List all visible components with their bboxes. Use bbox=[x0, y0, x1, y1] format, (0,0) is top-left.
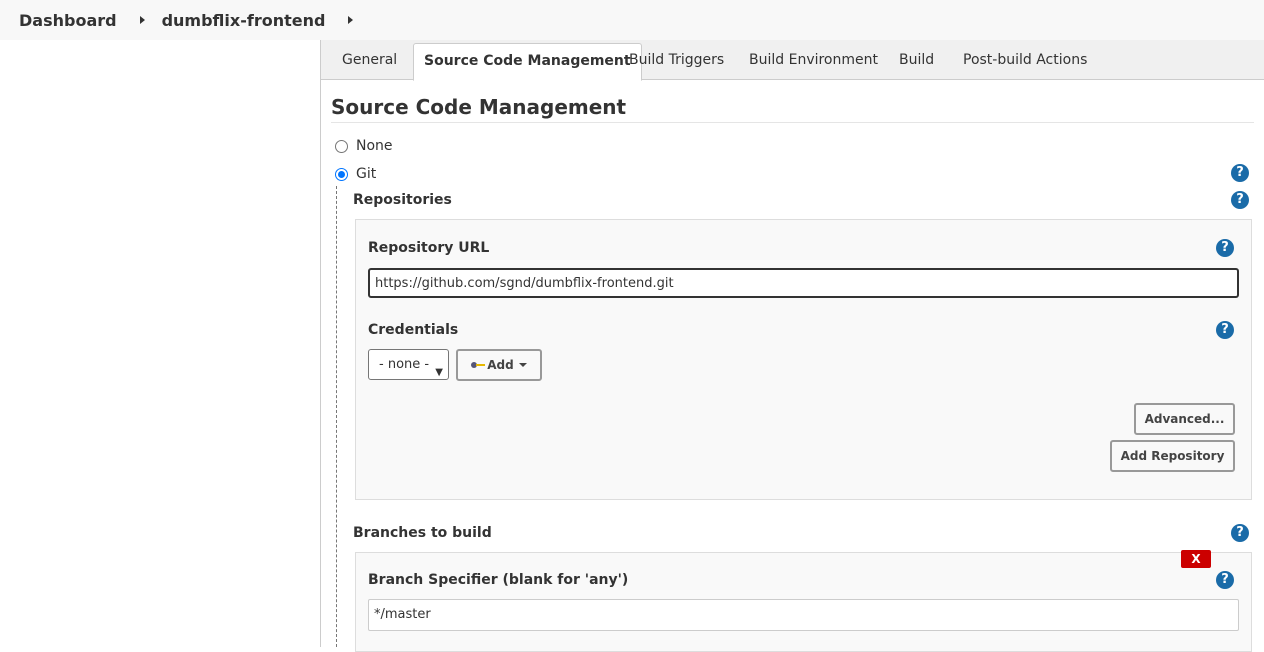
breadcrumb-dashboard[interactable]: Dashboard bbox=[19, 11, 117, 30]
chevron-right-icon[interactable] bbox=[139, 16, 145, 24]
nested-indent-line bbox=[336, 186, 337, 647]
help-icon[interactable]: ? bbox=[1216, 321, 1234, 339]
credentials-select[interactable]: - none - ▼ bbox=[368, 349, 449, 380]
tab-build[interactable]: Build bbox=[889, 43, 944, 80]
credentials-label: Credentials bbox=[368, 322, 459, 338]
divider bbox=[320, 40, 321, 647]
chevron-right-icon[interactable] bbox=[348, 16, 354, 24]
help-icon[interactable]: ? bbox=[1231, 191, 1249, 209]
breadcrumb-job[interactable]: dumbflix-frontend bbox=[162, 11, 326, 30]
caret-down-icon bbox=[518, 363, 527, 367]
radio-none-label: None bbox=[356, 138, 393, 154]
sidebar bbox=[0, 40, 320, 647]
branch-specifier-input[interactable]: */master bbox=[368, 599, 1239, 631]
chevron-down-icon: ▼ bbox=[435, 367, 443, 378]
branches-label: Branches to build bbox=[353, 525, 492, 541]
radio-git-label: Git bbox=[356, 166, 377, 182]
help-icon[interactable]: ? bbox=[1216, 571, 1234, 589]
advanced-button[interactable]: Advanced... bbox=[1134, 403, 1235, 435]
delete-branch-button[interactable]: X bbox=[1181, 550, 1211, 568]
repositories-label: Repositories bbox=[353, 192, 452, 208]
tab-source-code-management[interactable]: Source Code Management bbox=[413, 43, 642, 81]
scm-option-git[interactable]: Git bbox=[335, 166, 376, 182]
repository-url-input[interactable]: https://github.com/sgnd/dumbflix-fronten… bbox=[368, 268, 1239, 298]
section-title: Source Code Management bbox=[331, 95, 627, 119]
add-repository-button[interactable]: Add Repository bbox=[1110, 440, 1235, 472]
scm-option-none[interactable]: None bbox=[335, 138, 393, 154]
tab-post-build-actions[interactable]: Post-build Actions bbox=[953, 43, 1097, 80]
radio-git[interactable] bbox=[335, 167, 348, 181]
tab-general[interactable]: General bbox=[332, 43, 407, 80]
repository-url-label: Repository URL bbox=[368, 240, 490, 256]
help-icon[interactable]: ? bbox=[1216, 239, 1234, 257]
tab-build-triggers[interactable]: Build Triggers bbox=[619, 43, 734, 80]
add-credentials-label: Add bbox=[487, 358, 514, 372]
tab-build-environment[interactable]: Build Environment bbox=[739, 43, 888, 80]
key-icon bbox=[471, 361, 486, 369]
breadcrumb: Dashboard dumbflix-frontend bbox=[0, 0, 1264, 40]
add-credentials-button[interactable]: Add bbox=[456, 349, 542, 381]
help-icon[interactable]: ? bbox=[1231, 524, 1249, 542]
branch-specifier-label: Branch Specifier (blank for 'any') bbox=[368, 572, 629, 588]
section-divider bbox=[331, 122, 1254, 123]
radio-none[interactable] bbox=[335, 139, 348, 153]
help-icon[interactable]: ? bbox=[1231, 164, 1249, 182]
config-tabbar: General Source Code Management Build Tri… bbox=[321, 40, 1264, 81]
credentials-selected-value: - none - bbox=[379, 357, 430, 372]
